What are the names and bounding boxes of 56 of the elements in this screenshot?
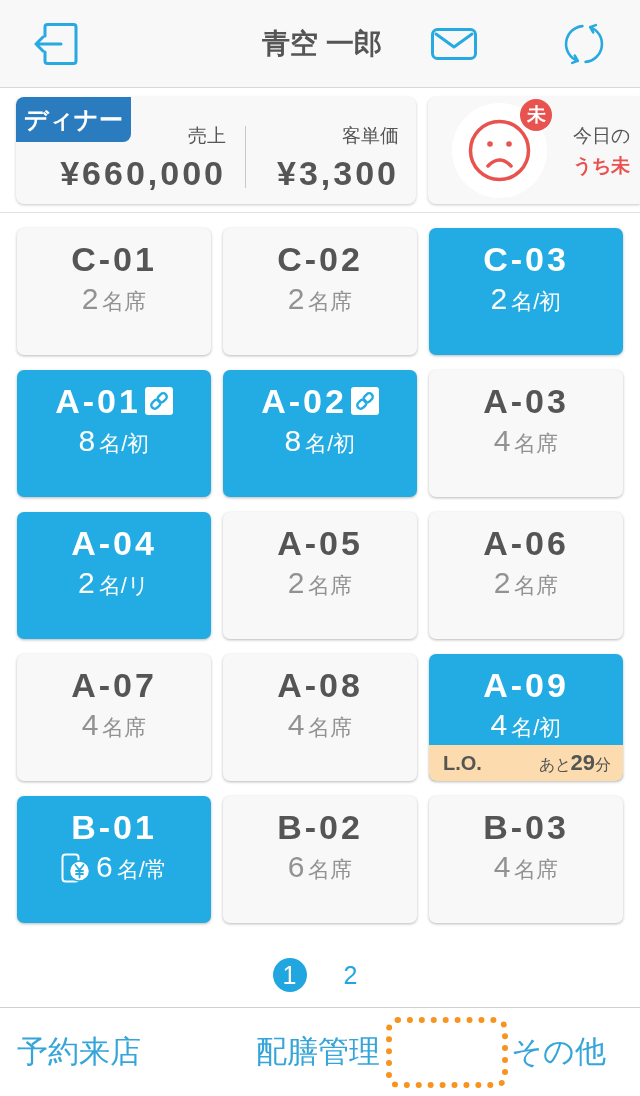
table-name: A-04 [71,524,157,562]
mail-icon[interactable] [431,27,477,60]
feedback-card[interactable]: 未 今日の うち未 [428,97,640,204]
seat-capacity: 6 名席 [287,848,353,885]
seat-capacity: 2 名席 [287,280,353,317]
meal-period-badge: ディナー [16,97,131,142]
party-info: 8 名/初 [78,422,150,459]
table-name: A-06 [483,524,569,562]
table-tile[interactable]: B-02 6 名席 [223,796,417,923]
stat-value: ¥660,000 [60,153,226,193]
last-order-label: L.O. [443,751,482,775]
table-name: A-08 [277,666,363,704]
table-name: B-01 [71,808,157,846]
table-name: C-03 [483,240,569,278]
feedback-subtitle: うち未 [573,154,630,177]
seat-capacity: 2 名席 [493,564,559,601]
table-tile[interactable]: C-01 2 名席 [17,228,211,355]
table-tile[interactable]: A-09 4名/初 L.O. あと29分 [429,654,623,781]
user-name: 青空 一郎 [262,26,382,61]
table-name: A-01 [55,382,141,420]
table-name: A-07 [71,666,157,704]
seat-capacity: 2 名席 [287,564,353,601]
feedback-title: 今日の [573,124,630,147]
table-name: B-03 [483,808,569,846]
table-tile[interactable]: A-05 2 名席 [223,512,417,639]
table-tile[interactable]: A-08 4名席 [223,654,417,781]
party-info: 2 名/初 [490,280,562,317]
table-name: A-02 [261,382,347,420]
stat-label: 売上 [188,124,226,148]
stat-value: ¥3,300 [277,153,399,193]
sad-face-icon [452,103,547,198]
seat-capacity: 4名席 [493,848,559,885]
party-info: 8 名/初 [284,422,356,459]
table-tile[interactable]: C-02 2 名席 [223,228,417,355]
party-info: 4名/初 [490,706,562,743]
party-info: 2 名/リ [78,564,150,601]
seat-capacity: 4名席 [287,706,353,743]
party-info: 6 名/常 [96,848,167,885]
table-tile[interactable]: A-06 2 名席 [429,512,623,639]
unread-badge: 未 [520,99,552,131]
seat-capacity: 4名席 [81,706,147,743]
table-tile[interactable]: B-03 4名席 [429,796,623,923]
table-name: C-02 [277,240,363,278]
table-tile[interactable]: A-03 4名席 [429,370,623,497]
seat-capacity: 2 名席 [81,280,147,317]
stat-label: 客単価 [342,124,399,148]
table-name: A-03 [483,382,569,420]
table-tile[interactable]: A-07 4名席 [17,654,211,781]
table-name: B-02 [277,808,363,846]
seat-capacity: 4名席 [493,422,559,459]
remaining-time: あと29分 [538,750,611,776]
table-name: A-05 [277,524,363,562]
exit-icon[interactable] [34,22,78,65]
table-name: A-09 [483,666,569,704]
refresh-icon[interactable] [562,22,606,65]
table-name: C-01 [71,240,157,278]
